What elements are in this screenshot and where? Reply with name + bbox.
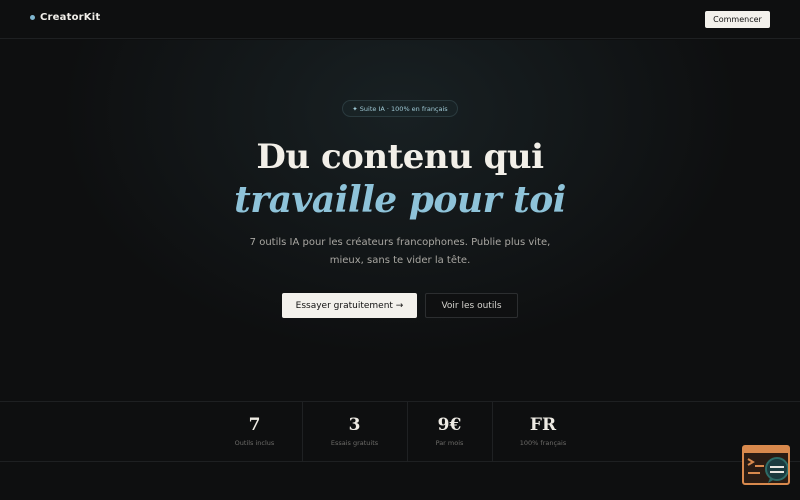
stat-price: 9€ Par mois: [408, 402, 491, 462]
hero-title-line1: Du contenu qui: [256, 137, 544, 177]
stats-strip: 7 Outils inclus 3 Essais gratuits 9€ Par…: [0, 401, 800, 462]
stat-value: 7: [248, 415, 261, 435]
hero-badge: ✦ Suite IA · 100% en français: [342, 100, 458, 117]
stat-value: FR: [529, 415, 557, 435]
brand-name: CreatorKit: [40, 12, 101, 23]
chat-terminal-icon[interactable]: [742, 445, 790, 485]
try-free-button[interactable]: Essayer gratuitement →: [282, 293, 417, 318]
stat-tools: 7 Outils inclus: [208, 402, 301, 462]
stat-label: Essais gratuits: [330, 439, 379, 447]
chat-terminal-glyph: [744, 447, 788, 483]
stat-value: 9€: [437, 415, 462, 435]
stat-trials: 3 Essais gratuits: [303, 402, 406, 462]
get-started-button[interactable]: Commencer: [705, 11, 770, 28]
stat-value: 3: [348, 415, 361, 435]
hero-subtitle: 7 outils IA pour les créateurs francopho…: [249, 237, 551, 266]
stat-label: 100% français: [519, 439, 567, 447]
stat-label: Outils inclus: [234, 439, 275, 447]
stat-language: FR 100% français: [493, 402, 593, 462]
top-nav: CreatorKit Commencer: [0, 0, 800, 39]
view-tools-button[interactable]: Voir les outils: [425, 293, 518, 318]
brand-logo[interactable]: CreatorKit: [30, 12, 100, 23]
hero-title-line2: travaille pour toi: [234, 179, 566, 221]
brand-dot-icon: [30, 15, 35, 20]
stat-label: Par mois: [435, 439, 464, 447]
